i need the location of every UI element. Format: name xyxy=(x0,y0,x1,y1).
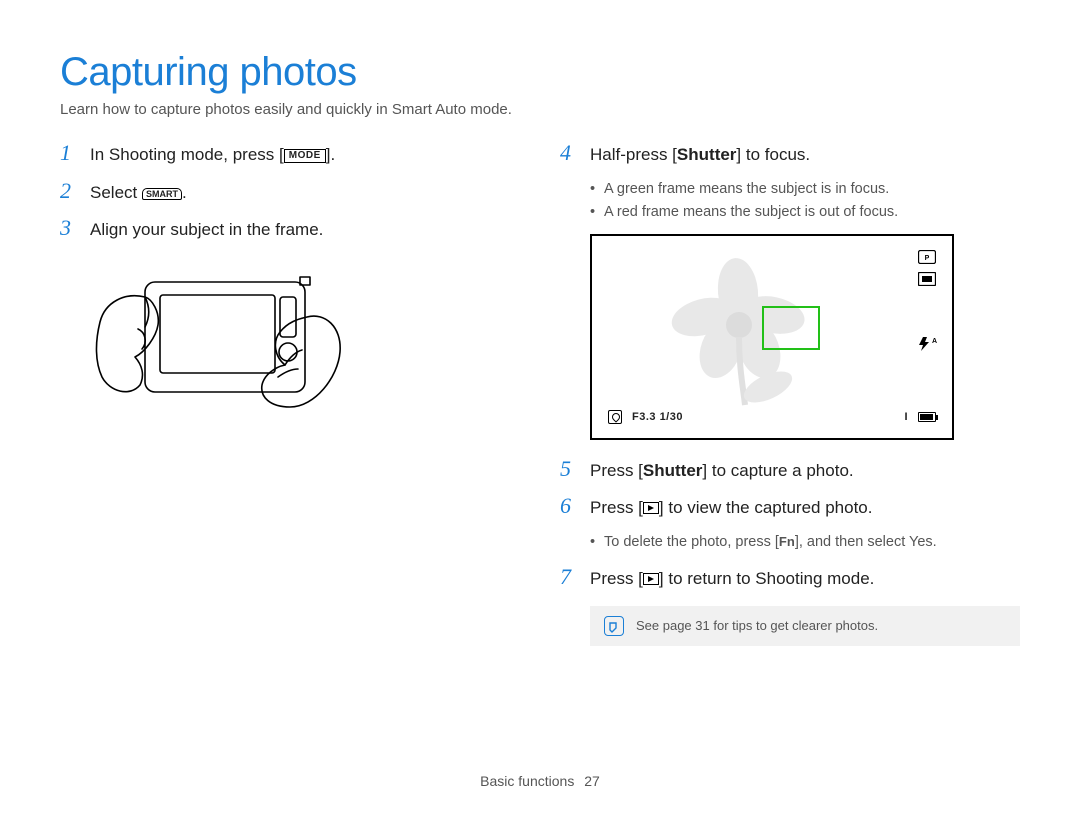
step-text: In Shooting mode, press [MODE]. xyxy=(90,142,520,168)
step6-post: ] to view the captured photo. xyxy=(659,498,873,517)
step1-pre: In Shooting mode, press [ xyxy=(90,145,284,164)
page-title: Capturing photos xyxy=(60,50,1020,95)
step-text: Press [Shutter] to capture a photo. xyxy=(590,458,1020,484)
step5-pre: Press [ xyxy=(590,461,643,480)
step-2: 2 Select SMART. xyxy=(60,178,520,206)
flash-auto-icon: A xyxy=(917,336,937,355)
shutter-label: Shutter xyxy=(677,145,737,164)
battery-icon xyxy=(918,412,936,422)
playback-icon xyxy=(643,573,659,585)
step-number: 2 xyxy=(60,178,78,204)
shutter-label: Shutter xyxy=(643,461,703,480)
step-number: 6 xyxy=(560,493,578,519)
focus-frame xyxy=(762,306,820,350)
fn-button-label: Fn xyxy=(779,534,795,549)
scale-mark: I xyxy=(904,411,908,423)
step-5: 5 Press [Shutter] to capture a photo. xyxy=(560,456,1020,484)
step-3: 3 Align your subject in the frame. xyxy=(60,215,520,243)
step2-pre: Select xyxy=(90,183,142,202)
step-text: Press [ ] to return to Shooting mode. xyxy=(590,566,1020,592)
step-text: Select SMART. xyxy=(90,180,520,206)
step4-post: ] to focus. xyxy=(736,145,810,164)
exposure-readout: F3.3 1/30 xyxy=(632,411,683,423)
b-mid: ], and then select xyxy=(795,534,909,550)
step1-post: ]. xyxy=(326,145,335,164)
step6-bullets: To delete the photo, press [Fn], and the… xyxy=(590,531,1020,554)
step5-post: ] to capture a photo. xyxy=(702,461,853,480)
step-text: Press [ ] to view the captured photo. xyxy=(590,495,1020,521)
step7-post: ] to return to Shooting mode. xyxy=(659,569,874,588)
yes-label: Yes xyxy=(909,534,933,550)
smart-auto-icon: SMART xyxy=(142,188,182,200)
note-icon xyxy=(604,616,624,636)
step-7: 7 Press [ ] to return to Shooting mode. xyxy=(560,564,1020,592)
step-number: 5 xyxy=(560,456,578,482)
step-text: Half-press [Shutter] to focus. xyxy=(590,142,1020,168)
b-end: . xyxy=(933,534,937,550)
right-column: 4 Half-press [Shutter] to focus. A green… xyxy=(560,140,1020,646)
single-shot-icon xyxy=(918,272,936,289)
step-number: 4 xyxy=(560,140,578,166)
step-6: 6 Press [ ] to view the captured photo. xyxy=(560,493,1020,521)
bullet: A red frame means the subject is out of … xyxy=(590,201,1020,224)
macro-icon xyxy=(608,410,622,424)
step2-post: . xyxy=(182,183,187,202)
step4-pre: Half-press [ xyxy=(590,145,677,164)
step6-pre: Press [ xyxy=(590,498,643,517)
step-text: Align your subject in the frame. xyxy=(90,217,520,243)
step-number: 7 xyxy=(560,564,578,590)
b-pre: To delete the photo, press [ xyxy=(604,534,779,550)
camera-holding-illustration xyxy=(90,257,520,432)
photo-size-icon: P xyxy=(918,250,936,267)
step-4: 4 Half-press [Shutter] to focus. xyxy=(560,140,1020,168)
step-number: 3 xyxy=(60,215,78,241)
left-column: 1 In Shooting mode, press [MODE]. 2 Sele… xyxy=(60,140,520,646)
mode-button-label: MODE xyxy=(284,149,326,163)
svg-text:A: A xyxy=(932,338,937,345)
step4-bullets: A green frame means the subject is in fo… xyxy=(590,178,1020,224)
lcd-preview: P A F3.3 1/30 I xyxy=(590,234,954,440)
svg-text:P: P xyxy=(925,255,930,262)
footer-page-number: 27 xyxy=(584,773,600,789)
note-text: See page 31 for tips to get clearer phot… xyxy=(636,618,878,633)
bullet: A green frame means the subject is in fo… xyxy=(590,178,1020,201)
step7-pre: Press [ xyxy=(590,569,643,588)
step-1: 1 In Shooting mode, press [MODE]. xyxy=(60,140,520,168)
playback-icon xyxy=(643,502,659,514)
page-subtitle: Learn how to capture photos easily and q… xyxy=(60,101,1020,118)
bullet: To delete the photo, press [Fn], and the… xyxy=(590,531,1020,554)
page-footer: Basic functions 27 xyxy=(0,773,1080,789)
footer-section: Basic functions xyxy=(480,773,574,789)
step-number: 1 xyxy=(60,140,78,166)
tip-note: See page 31 for tips to get clearer phot… xyxy=(590,606,1020,646)
